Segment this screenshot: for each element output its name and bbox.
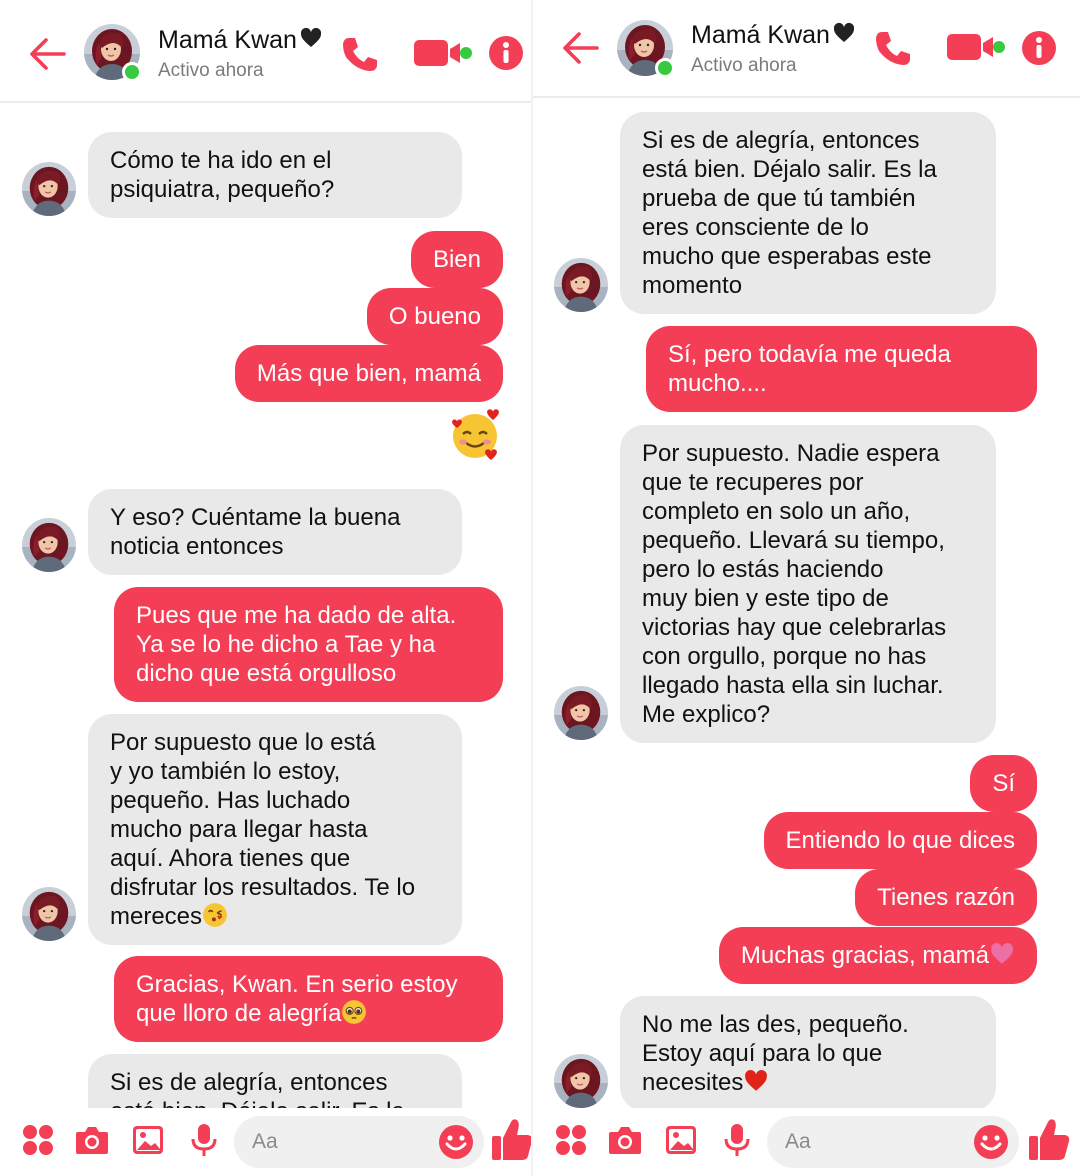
avatar-image — [22, 887, 76, 941]
info-icon[interactable] — [488, 35, 524, 71]
smiling-face-with-hearts-icon[interactable] — [447, 406, 503, 462]
camera-icon[interactable] — [74, 1122, 110, 1158]
message-incoming[interactable]: Cómo te ha ido en el psiquiatra, pequeño… — [88, 132, 462, 218]
message-text: Por supuesto que lo está y yo también lo… — [110, 729, 416, 930]
avatar-image — [554, 686, 608, 740]
back-arrow-icon[interactable] — [28, 36, 68, 72]
phone-icon[interactable] — [873, 28, 913, 68]
avatar-image — [22, 162, 76, 216]
message-input-placeholder: Aa — [252, 1130, 278, 1153]
online-indicator — [122, 62, 142, 82]
pleading-face-icon — [341, 999, 367, 1025]
message-input-placeholder: Aa — [785, 1130, 811, 1153]
pink-heart-icon — [989, 941, 1015, 967]
message-incoming[interactable]: Si es de alegría, entonces está bien. Dé… — [620, 112, 996, 314]
message-outgoing[interactable]: O bueno — [366, 288, 503, 345]
video-camera-icon[interactable] — [945, 30, 1007, 64]
message-input[interactable]: Aa — [234, 1116, 484, 1168]
message-outgoing[interactable]: Pues que me ha dado de alta. Ya se lo he… — [114, 587, 503, 702]
avatar-image — [554, 1054, 608, 1108]
face-blowing-kiss-icon — [202, 902, 228, 928]
video-camera-icon[interactable] — [412, 36, 474, 70]
smiley-icon[interactable] — [438, 1124, 474, 1160]
message-outgoing[interactable]: Gracias, Kwan. En serio estoy que lloro … — [114, 956, 503, 1042]
avatar-image — [22, 518, 76, 572]
message-incoming[interactable]: No me las des, pequeño. Estoy aquí para … — [620, 996, 996, 1111]
red-heart-icon — [743, 1068, 769, 1094]
contact-avatar-small[interactable] — [554, 258, 608, 312]
message-text: No me las des, pequeño. Estoy aquí para … — [642, 1011, 909, 1096]
message-outgoing[interactable]: Bien — [410, 231, 503, 288]
back-arrow-icon[interactable] — [561, 30, 601, 66]
thumbs-up-icon[interactable] — [490, 1116, 533, 1162]
contact-avatar-small[interactable] — [22, 162, 76, 216]
message-composer: Aa — [0, 1108, 533, 1176]
contact-avatar-small[interactable] — [22, 518, 76, 572]
contact-name[interactable]: Mamá Kwan — [158, 26, 323, 55]
contact-status: Activo ahora — [691, 55, 797, 76]
contact-avatar-small[interactable] — [554, 1054, 608, 1108]
menu-dots-icon[interactable] — [20, 1122, 56, 1158]
microphone-icon[interactable] — [186, 1122, 222, 1158]
message-text: Gracias, Kwan. En serio estoy que lloro … — [136, 971, 458, 1027]
camera-icon[interactable] — [607, 1122, 643, 1158]
message-incoming[interactable]: Por supuesto. Nadie espera que te recupe… — [620, 425, 996, 743]
contact-avatar-small[interactable] — [554, 686, 608, 740]
message-outgoing[interactable]: Muchas gracias, mamá — [718, 927, 1037, 984]
chat-screenshot-left: Mamá Kwan Activo ahora Cómo te ha ido en… — [0, 0, 533, 1176]
gallery-icon[interactable] — [130, 1122, 166, 1158]
thumbs-up-icon[interactable] — [1027, 1116, 1071, 1162]
contact-name[interactable]: Mamá Kwan — [691, 21, 856, 50]
microphone-icon[interactable] — [719, 1122, 755, 1158]
chat-header: Mamá Kwan Activo ahora — [0, 0, 533, 103]
menu-dots-icon[interactable] — [553, 1122, 589, 1158]
contact-avatar[interactable] — [617, 20, 675, 78]
message-outgoing[interactable]: Sí, pero todavía me queda mucho.... — [646, 326, 1037, 412]
message-text: Muchas gracias, mamá — [740, 942, 989, 969]
gallery-icon[interactable] — [663, 1122, 699, 1158]
black-heart-icon — [832, 21, 856, 45]
message-input[interactable]: Aa — [767, 1116, 1019, 1168]
chat-screenshot-right: Mamá Kwan Activo ahora Si es de alegría,… — [533, 0, 1080, 1176]
contact-status: Activo ahora — [158, 60, 264, 81]
message-incoming[interactable]: Y eso? Cuéntame la buena noticia entonce… — [88, 489, 462, 575]
message-outgoing[interactable]: Más que bien, mamá — [234, 345, 503, 402]
contact-name-text: Mamá Kwan — [691, 21, 830, 49]
phone-icon[interactable] — [340, 34, 380, 74]
contact-avatar[interactable] — [84, 24, 142, 82]
black-heart-icon — [299, 26, 323, 50]
chat-header: Mamá Kwan Activo ahora — [533, 0, 1080, 98]
message-outgoing[interactable]: Sí — [970, 755, 1037, 812]
message-composer: Aa — [533, 1108, 1080, 1176]
online-indicator — [655, 58, 675, 78]
contact-avatar-small[interactable] — [22, 887, 76, 941]
message-incoming[interactable]: Por supuesto que lo está y yo también lo… — [88, 714, 462, 945]
info-icon[interactable] — [1021, 30, 1057, 66]
message-outgoing[interactable]: Tienes razón — [855, 869, 1037, 926]
message-outgoing[interactable]: Entiendo lo que dices — [763, 812, 1037, 869]
contact-name-text: Mamá Kwan — [158, 26, 297, 54]
avatar-image — [554, 258, 608, 312]
smiley-icon[interactable] — [973, 1124, 1009, 1160]
